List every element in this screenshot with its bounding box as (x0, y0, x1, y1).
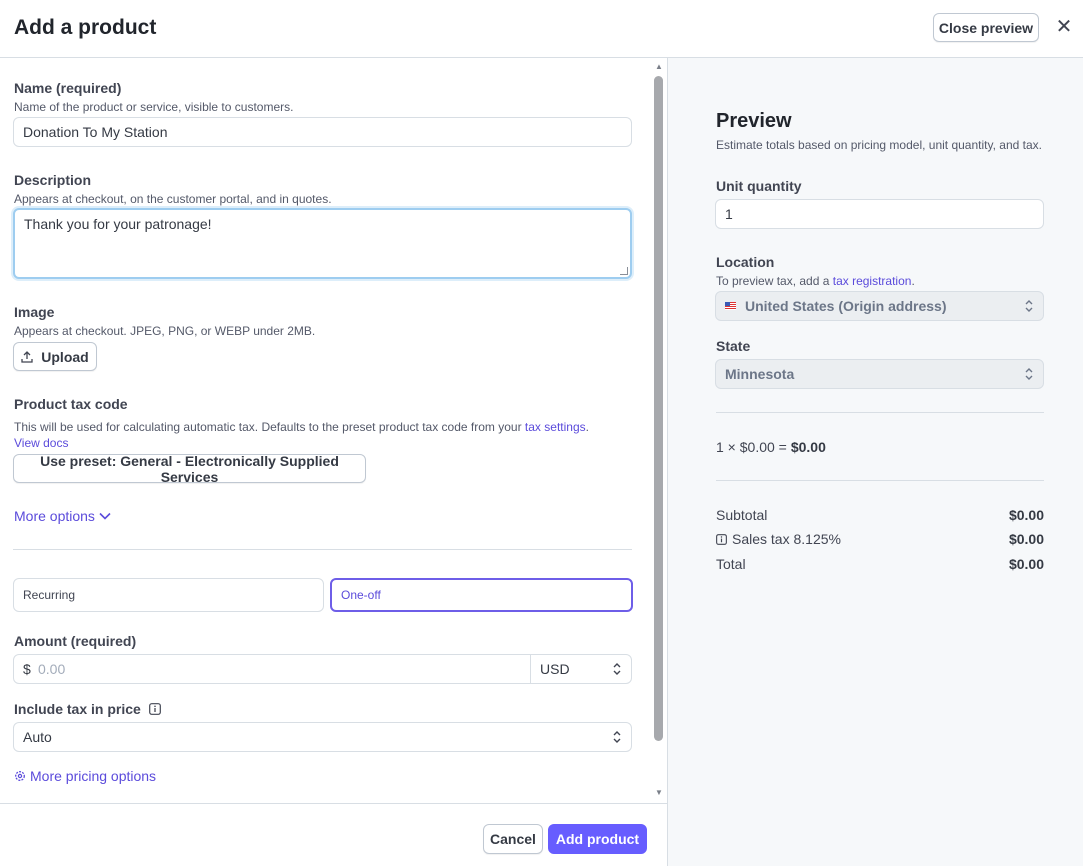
description-value: Thank you for your patronage! (24, 216, 212, 232)
image-help: Appears at checkout. JPEG, PNG, or WEBP … (14, 324, 316, 338)
preview-divider (716, 480, 1044, 481)
calc-expression: 1 × $0.00 = (716, 439, 787, 455)
more-pricing-options-link[interactable]: More pricing options (14, 768, 156, 784)
amount-label: Amount (required) (14, 633, 137, 649)
state-select[interactable]: Minnesota (715, 359, 1044, 389)
preview-divider (716, 412, 1044, 413)
upload-icon (21, 350, 33, 363)
currency-value: USD (540, 661, 570, 677)
select-arrows-icon (613, 731, 621, 743)
scroll-down-icon[interactable]: ▼ (654, 788, 664, 798)
description-textarea[interactable]: Thank you for your patronage! (13, 208, 632, 279)
description-label: Description (14, 172, 92, 188)
calc-result: $0.00 (790, 439, 826, 455)
cancel-button[interactable]: Cancel (483, 824, 543, 854)
select-arrows-icon (613, 663, 621, 675)
upload-button[interactable]: Upload (13, 342, 97, 371)
scroll-thumb[interactable] (654, 76, 663, 741)
description-help: Appears at checkout, on the customer por… (14, 192, 332, 206)
state-value: Minnesota (725, 366, 795, 382)
page-title: Add a product (14, 16, 157, 39)
tax-settings-link[interactable]: tax settings (525, 420, 586, 434)
sales-tax-label: Sales tax 8.125% (732, 531, 841, 547)
tax-registration-link[interactable]: tax registration (833, 274, 912, 288)
location-help-text: To preview tax, add a (716, 274, 833, 288)
more-pricing-label: More pricing options (30, 768, 157, 784)
pricing-one-off-option[interactable]: One-off (330, 578, 633, 612)
form-scrollbar[interactable]: ▲ ▼ (651, 58, 667, 803)
subtotal-value: $0.00 (1008, 507, 1044, 523)
preview-subtitle: Estimate totals based on pricing model, … (716, 138, 1042, 152)
header-bar: Add a product Close preview ✕ (0, 0, 1083, 58)
unit-quantity-input[interactable]: 1 (715, 199, 1044, 229)
include-tax-select[interactable]: Auto (13, 722, 632, 752)
tax-code-label: Product tax code (14, 396, 128, 412)
select-arrows-icon (1025, 368, 1033, 380)
location-value: United States (Origin address) (745, 298, 947, 314)
sales-tax-row: Sales tax 8.125% $0.00 (716, 531, 1044, 547)
unit-quantity-label: Unit quantity (716, 178, 802, 194)
scroll-up-icon[interactable]: ▲ (654, 62, 664, 72)
preview-panel: Preview Estimate totals based on pricing… (667, 58, 1083, 866)
currency-symbol: $ (23, 661, 31, 677)
more-options-label: More options (14, 508, 95, 524)
subtotal-label: Subtotal (716, 507, 768, 523)
amount-field: $ 0.00 USD (13, 654, 632, 684)
currency-select[interactable]: USD (530, 655, 631, 683)
name-label: Name (required) (14, 80, 122, 96)
form-footer: Cancel Add product (0, 803, 667, 866)
resize-handle-icon[interactable] (620, 267, 628, 275)
gear-icon (15, 771, 25, 781)
subtotal-row: Subtotal $0.00 (716, 507, 1044, 523)
tax-code-help-suffix: . (585, 420, 589, 434)
divider (13, 549, 632, 550)
chevron-down-icon (99, 512, 111, 520)
product-form: Name (required) Name of the product or s… (0, 58, 667, 803)
view-docs-link[interactable]: View docs (14, 436, 68, 450)
preview-title: Preview (716, 110, 792, 132)
tax-code-help: This will be used for calculating automa… (14, 420, 614, 434)
name-input[interactable]: Donation To My Station (13, 117, 632, 147)
include-tax-label: Include tax in price (14, 701, 141, 717)
amount-input[interactable]: 0.00 (38, 655, 530, 683)
tax-code-help-text: This will be used for calculating automa… (14, 420, 525, 434)
location-help: To preview tax, add a tax registration. (716, 274, 915, 288)
location-help-suffix: . (911, 274, 915, 288)
state-label: State (716, 338, 751, 354)
select-arrows-icon (1025, 300, 1033, 312)
add-product-button[interactable]: Add product (548, 824, 647, 854)
sales-tax-label-wrap: Sales tax 8.125% (716, 531, 841, 547)
total-label: Total (716, 556, 746, 572)
name-help: Name of the product or service, visible … (14, 100, 294, 114)
include-tax-value: Auto (23, 729, 52, 745)
total-row: Total $0.00 (716, 556, 1044, 572)
location-value-wrap: United States (Origin address) (725, 298, 946, 314)
us-flag-icon (725, 302, 736, 310)
close-icon[interactable]: ✕ (1054, 16, 1074, 38)
info-icon[interactable] (716, 533, 727, 545)
sales-tax-value: $0.00 (1008, 531, 1044, 547)
upload-label: Upload (41, 348, 89, 365)
total-value: $0.00 (1008, 556, 1044, 572)
location-label: Location (716, 254, 775, 270)
location-select[interactable]: United States (Origin address) (715, 291, 1044, 321)
include-tax-label-row: Include tax in price (14, 701, 161, 717)
more-options-toggle[interactable]: More options (14, 508, 111, 524)
image-label: Image (14, 304, 55, 320)
calc-row: 1 × $0.00 = $0.00 (716, 439, 1044, 455)
tax-code-preset-button[interactable]: Use preset: General - Electronically Sup… (13, 453, 366, 485)
pricing-recurring-option[interactable]: Recurring (13, 578, 324, 612)
close-preview-button[interactable]: Close preview (933, 13, 1039, 42)
info-icon[interactable] (148, 703, 161, 715)
